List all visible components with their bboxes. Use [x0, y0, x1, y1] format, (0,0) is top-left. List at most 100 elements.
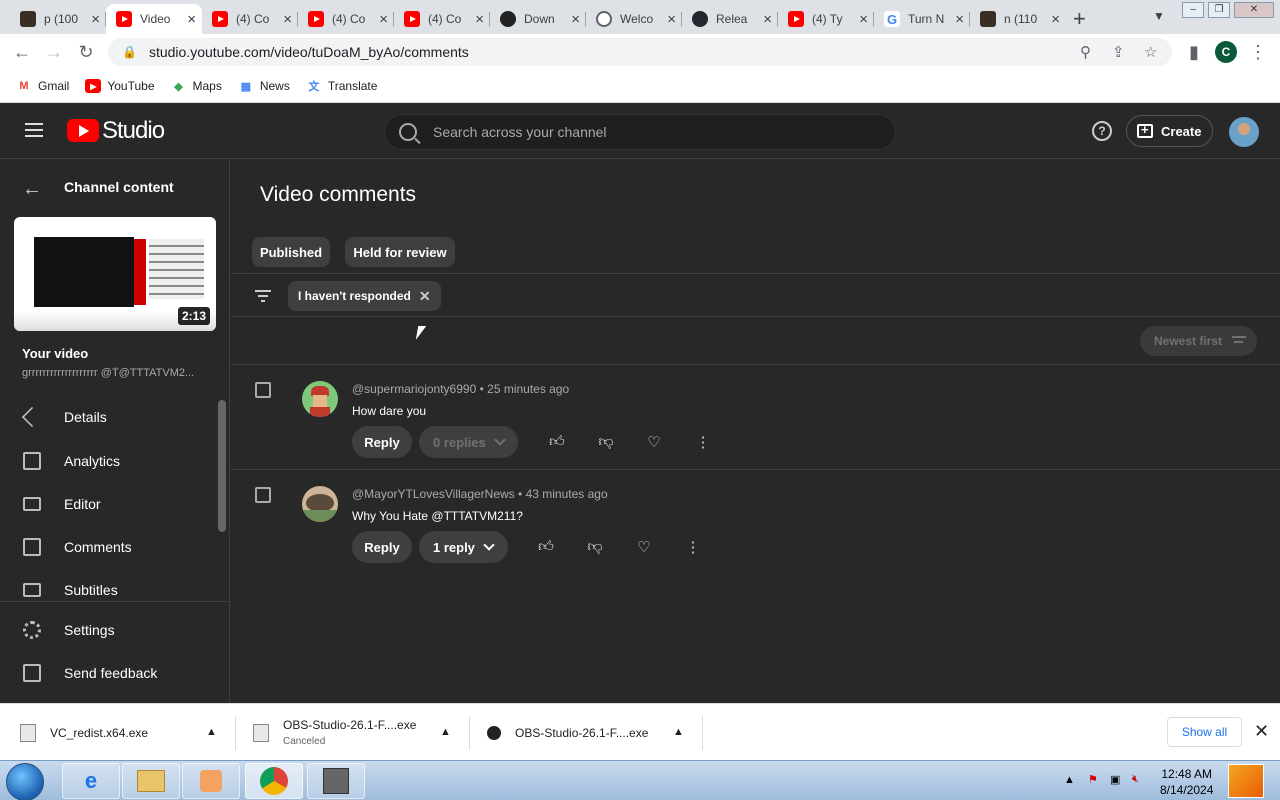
heart-icon[interactable]: ♡ [645, 433, 663, 451]
url-text[interactable]: studio.youtube.com/video/tuDoaM_byAo/com… [149, 44, 469, 60]
download-item[interactable]: OBS-Studio-26.1-F....exe Canceled ▲ [253, 704, 470, 761]
address-bar[interactable]: 🔒 studio.youtube.com/video/tuDoaM_byAo/c… [108, 38, 1172, 66]
browser-tab[interactable]: p (100 × [10, 4, 106, 34]
obs-app-icon[interactable] [307, 763, 365, 799]
share-icon[interactable]: ⇪ [1112, 43, 1125, 61]
comment-author[interactable]: @MayorYTLovesVillagerNews [352, 487, 515, 501]
chevron-up-icon[interactable]: ▲ [206, 726, 217, 738]
sidebar-item-details[interactable]: Details [0, 396, 229, 438]
reply-button[interactable]: Reply [352, 426, 412, 458]
browser-tab[interactable]: (4) Co × [394, 4, 490, 34]
create-button[interactable]: Create [1126, 115, 1213, 147]
internet-explorer-icon[interactable]: e [62, 763, 120, 799]
chevron-up-icon[interactable]: ▲ [440, 726, 451, 738]
browser-tab-active[interactable]: Video × [106, 4, 202, 34]
bookmark-news[interactable]: ▦ News [238, 79, 290, 93]
tray-expand-icon[interactable]: ▲ [1064, 774, 1075, 786]
media-player-icon[interactable] [182, 763, 240, 799]
browser-tab[interactable]: Welco × [586, 4, 682, 34]
reload-icon[interactable]: ↻ [74, 40, 98, 64]
thumbs-up-icon[interactable]: 👍︎ [537, 538, 555, 556]
show-desktop-button[interactable] [1228, 764, 1264, 798]
network-icon[interactable]: ▣ [1110, 773, 1120, 786]
comment-checkbox[interactable] [255, 382, 271, 398]
volume-muted-icon[interactable]: 🔇︎ [1132, 773, 1139, 786]
minimize-window-button[interactable]: – [1182, 2, 1204, 18]
browser-menu-icon[interactable]: ⋮ [1246, 40, 1270, 64]
sidebar-item-editor[interactable]: Editor [0, 483, 229, 525]
more-options-icon[interactable]: ⋮ [684, 538, 702, 556]
bookmark-gmail[interactable]: M Gmail [16, 79, 69, 93]
help-icon[interactable]: ? [1092, 121, 1112, 141]
profile-avatar[interactable]: C [1215, 41, 1237, 63]
bookmark-youtube[interactable]: ▶ YouTube [85, 79, 155, 93]
commenter-avatar[interactable] [302, 486, 338, 522]
sidebar-item-comments[interactable]: Comments [0, 526, 229, 568]
sidebar-item-settings[interactable]: Settings [0, 609, 229, 651]
browser-tab[interactable]: (4) Co × [202, 4, 298, 34]
side-panel-icon[interactable]: ▮ [1182, 40, 1206, 64]
sidebar-item-analytics[interactable]: Analytics [0, 440, 229, 482]
browser-tab[interactable]: Down × [490, 4, 586, 34]
hamburger-menu-icon[interactable] [25, 123, 43, 137]
close-tab-icon[interactable]: × [1051, 11, 1060, 28]
close-tab-icon[interactable]: × [187, 11, 196, 28]
sidebar-scrollbar[interactable] [218, 400, 226, 532]
taskbar-clock[interactable]: 12:48 AM 8/14/2024 [1160, 766, 1213, 798]
studio-logo-text[interactable]: Studio [102, 117, 165, 145]
close-tab-icon[interactable]: × [475, 11, 484, 28]
filter-icon[interactable] [255, 290, 271, 302]
close-icon[interactable]: ✕ [419, 288, 431, 305]
more-options-icon[interactable]: ⋮ [694, 433, 712, 451]
download-item[interactable]: VC_redist.x64.exe ▲ [20, 704, 236, 761]
restore-window-button[interactable]: ❐ [1208, 2, 1230, 18]
video-thumbnail[interactable]: 2:13 [14, 217, 216, 331]
replies-button[interactable]: 1 reply [419, 531, 508, 563]
thumbs-down-icon[interactable]: 👎︎ [597, 433, 615, 451]
close-tab-icon[interactable]: × [955, 11, 964, 28]
chevron-up-icon[interactable]: ▲ [673, 726, 684, 738]
browser-tab[interactable]: n (110 × [970, 4, 1066, 34]
thumbs-down-icon[interactable]: 👎︎ [586, 538, 604, 556]
file-explorer-icon[interactable] [122, 763, 180, 799]
browser-tab[interactable]: (4) Ty × [778, 4, 874, 34]
close-icon[interactable]: ✕ [1254, 721, 1269, 742]
start-button[interactable] [6, 763, 44, 800]
close-tab-icon[interactable]: × [283, 11, 292, 28]
show-all-downloads-button[interactable]: Show all [1167, 717, 1242, 747]
browser-tab[interactable]: Relea × [682, 4, 778, 34]
bookmark-star-icon[interactable]: ☆ [1144, 43, 1157, 61]
close-tab-icon[interactable]: × [667, 11, 676, 28]
channel-avatar[interactable] [1229, 117, 1259, 147]
close-tab-icon[interactable]: × [859, 11, 868, 28]
comment-time[interactable]: 25 minutes ago [487, 382, 569, 396]
back-arrow-icon[interactable]: ← [10, 40, 34, 64]
sort-button[interactable]: Newest first [1140, 326, 1257, 356]
comment-author[interactable]: @supermariojonty6990 [352, 382, 476, 396]
tab-held-for-review[interactable]: Held for review [345, 237, 455, 267]
forward-arrow-icon[interactable]: → [42, 40, 66, 64]
bookmark-maps[interactable]: ◆ Maps [171, 79, 222, 93]
commenter-avatar[interactable] [302, 381, 338, 417]
heart-icon[interactable]: ♡ [635, 538, 653, 556]
browser-tab[interactable]: G Turn N × [874, 4, 970, 34]
sidebar-item-subtitles[interactable]: Subtitles [0, 569, 229, 611]
close-window-button[interactable]: ✕ [1234, 2, 1274, 18]
channel-content-link[interactable]: Channel content [64, 179, 174, 195]
browser-tab[interactable]: (4) Co × [298, 4, 394, 34]
new-tab-button[interactable]: + [1073, 6, 1086, 32]
close-tab-icon[interactable]: × [763, 11, 772, 28]
bookmark-translate[interactable]: 文 Translate [306, 79, 377, 93]
reply-button[interactable]: Reply [352, 531, 412, 563]
filter-chip[interactable]: I haven't responded ✕ [288, 281, 441, 311]
replies-button[interactable]: 0 replies [419, 426, 518, 458]
comment-time[interactable]: 43 minutes ago [526, 487, 608, 501]
chrome-icon[interactable] [245, 763, 303, 799]
action-center-icon[interactable]: ⚑ [1088, 773, 1098, 786]
close-tab-icon[interactable]: × [571, 11, 580, 28]
tab-published[interactable]: Published [252, 237, 330, 267]
zoom-icon[interactable]: ⚲ [1080, 43, 1091, 61]
search-input[interactable] [433, 124, 853, 140]
tab-search-chevron-icon[interactable]: ▼ [1153, 9, 1165, 23]
close-tab-icon[interactable]: × [91, 11, 100, 28]
